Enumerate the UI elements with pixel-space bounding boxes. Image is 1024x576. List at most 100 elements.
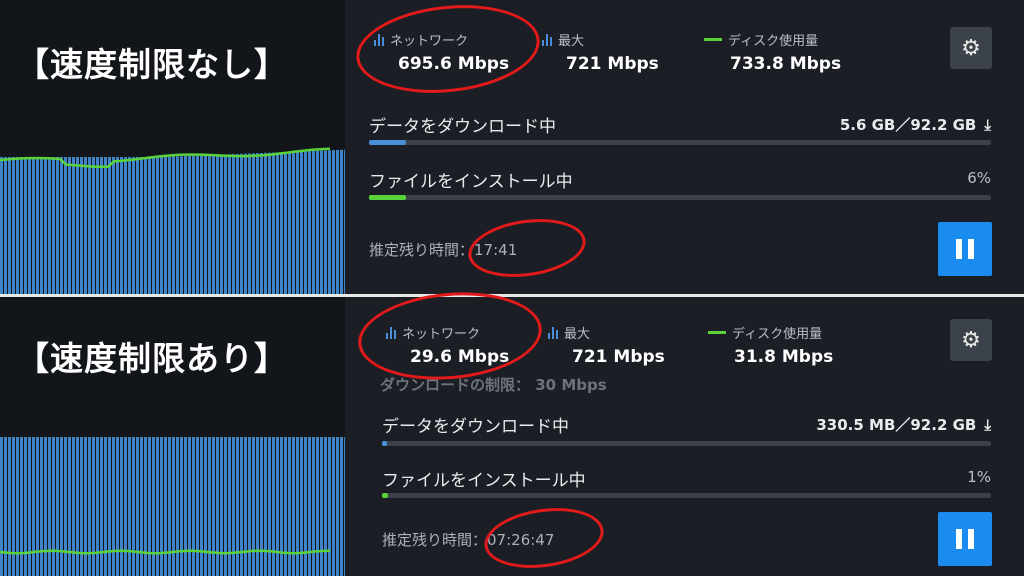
graph-bar [40,157,43,294]
graph-bar [140,157,143,294]
graph-bar [112,437,115,576]
eta-text: 推定残り時間：07:26:47 [382,529,554,550]
graph-bar [320,437,323,576]
graph-bar [104,157,107,294]
graph-bar [276,152,279,294]
settings-button[interactable]: ⚙ [950,319,992,361]
disk-stat: ディスク使用量 31.8 Mbps [708,323,833,367]
bar-chart-icon [548,326,558,339]
graph-bar [176,437,179,576]
graph-bar [272,152,275,294]
graph-bar [192,437,195,576]
graph-bar [64,437,67,576]
download-icon: ⤓ [984,415,991,434]
graph-bar [220,154,223,294]
graph-bar [316,437,319,576]
graph-bar [240,437,243,576]
line-legend-icon [708,331,726,334]
graph-bar [156,437,159,576]
graph-bar [244,153,247,294]
download-size-text: 5.6 GB／92.2 GB [839,116,977,134]
graph-bar [152,157,155,294]
graph-bar [52,157,55,294]
graph-bar [120,157,123,294]
graph-bar [232,437,235,576]
graph-bar [144,437,147,576]
graph-bar [176,156,179,294]
graph-bar [112,157,115,294]
graph-bar [136,157,139,294]
graph-bar [148,157,151,294]
graph-bar [288,151,291,294]
graph-bar [336,149,339,294]
disk-value: 733.8 Mbps [730,54,842,74]
graph-bar [180,437,183,576]
settings-button[interactable]: ⚙ [950,27,992,69]
graph-bar [192,155,195,294]
graph-bar [228,437,231,576]
graph-bar [324,437,327,576]
graph-bar [24,437,27,576]
bar-chart-icon [542,33,552,46]
graph-bar [108,157,111,294]
graph-bar [52,437,55,576]
pause-button[interactable] [938,222,992,276]
graph-bar [124,437,127,576]
graph-bar [280,152,283,294]
install-percent: 6% [967,169,991,187]
disk-stat: ディスク使用量 733.8 Mbps [704,30,841,74]
graph-bar [68,437,71,576]
graph-bar [212,437,215,576]
graph-bar [304,437,307,576]
pause-button[interactable] [938,512,992,566]
graph-bar [252,437,255,576]
graph-bar [288,437,291,576]
graph-bar [84,437,87,576]
download-size: 5.6 GB／92.2 GB ⤓ [840,114,991,135]
graph-bar [292,151,295,294]
network-graph [0,147,345,294]
bar-chart-icon [386,326,396,339]
graph-bar [160,157,163,294]
download-progress-track [369,140,991,145]
graph-bar [264,437,267,576]
download-icon: ⤓ [984,115,991,134]
graph-bar [200,155,203,294]
graph-bar [232,154,235,294]
graph-bar [196,155,199,294]
graph-bar [116,157,119,294]
eta-text: 推定残り時間：17:41 [369,239,517,260]
graph-bar [224,154,227,294]
graph-bar [248,153,251,294]
graph-bar [296,437,299,576]
graph-bar [16,157,19,294]
panel-unlimited: 【速度制限なし】 ネットワーク 695.6 Mbps 最大 721 Mbps デ… [0,0,1024,294]
graph-bar [16,437,19,576]
disk-label: ディスク使用量 [732,327,823,342]
install-progress-fill [369,195,407,200]
graph-bar [336,437,339,576]
graph-bar [140,437,143,576]
graph-bar [240,153,243,294]
graph-bar [340,149,343,294]
graph-bar [28,437,31,576]
eta-label: 推定残り時間： [382,531,488,549]
peak-stat: 最大 721 Mbps [542,30,659,74]
graph-bar [296,151,299,294]
graph-bar [224,437,227,576]
graph-bar [236,153,239,294]
graph-bar [32,157,35,294]
network-graph [0,437,345,576]
graph-bar [120,437,123,576]
graph-bar [88,157,91,294]
graph-bar [160,437,163,576]
download-progress-track [382,441,991,446]
install-progress-fill [382,493,389,498]
install-label: ファイルをインストール中 [369,172,573,192]
graph-bar [96,157,99,294]
eta-label: 推定残り時間： [369,241,475,259]
download-progress-fill [369,140,407,145]
graph-bar [244,437,247,576]
graph-bar [56,157,59,294]
peak-value: 721 Mbps [566,54,659,74]
